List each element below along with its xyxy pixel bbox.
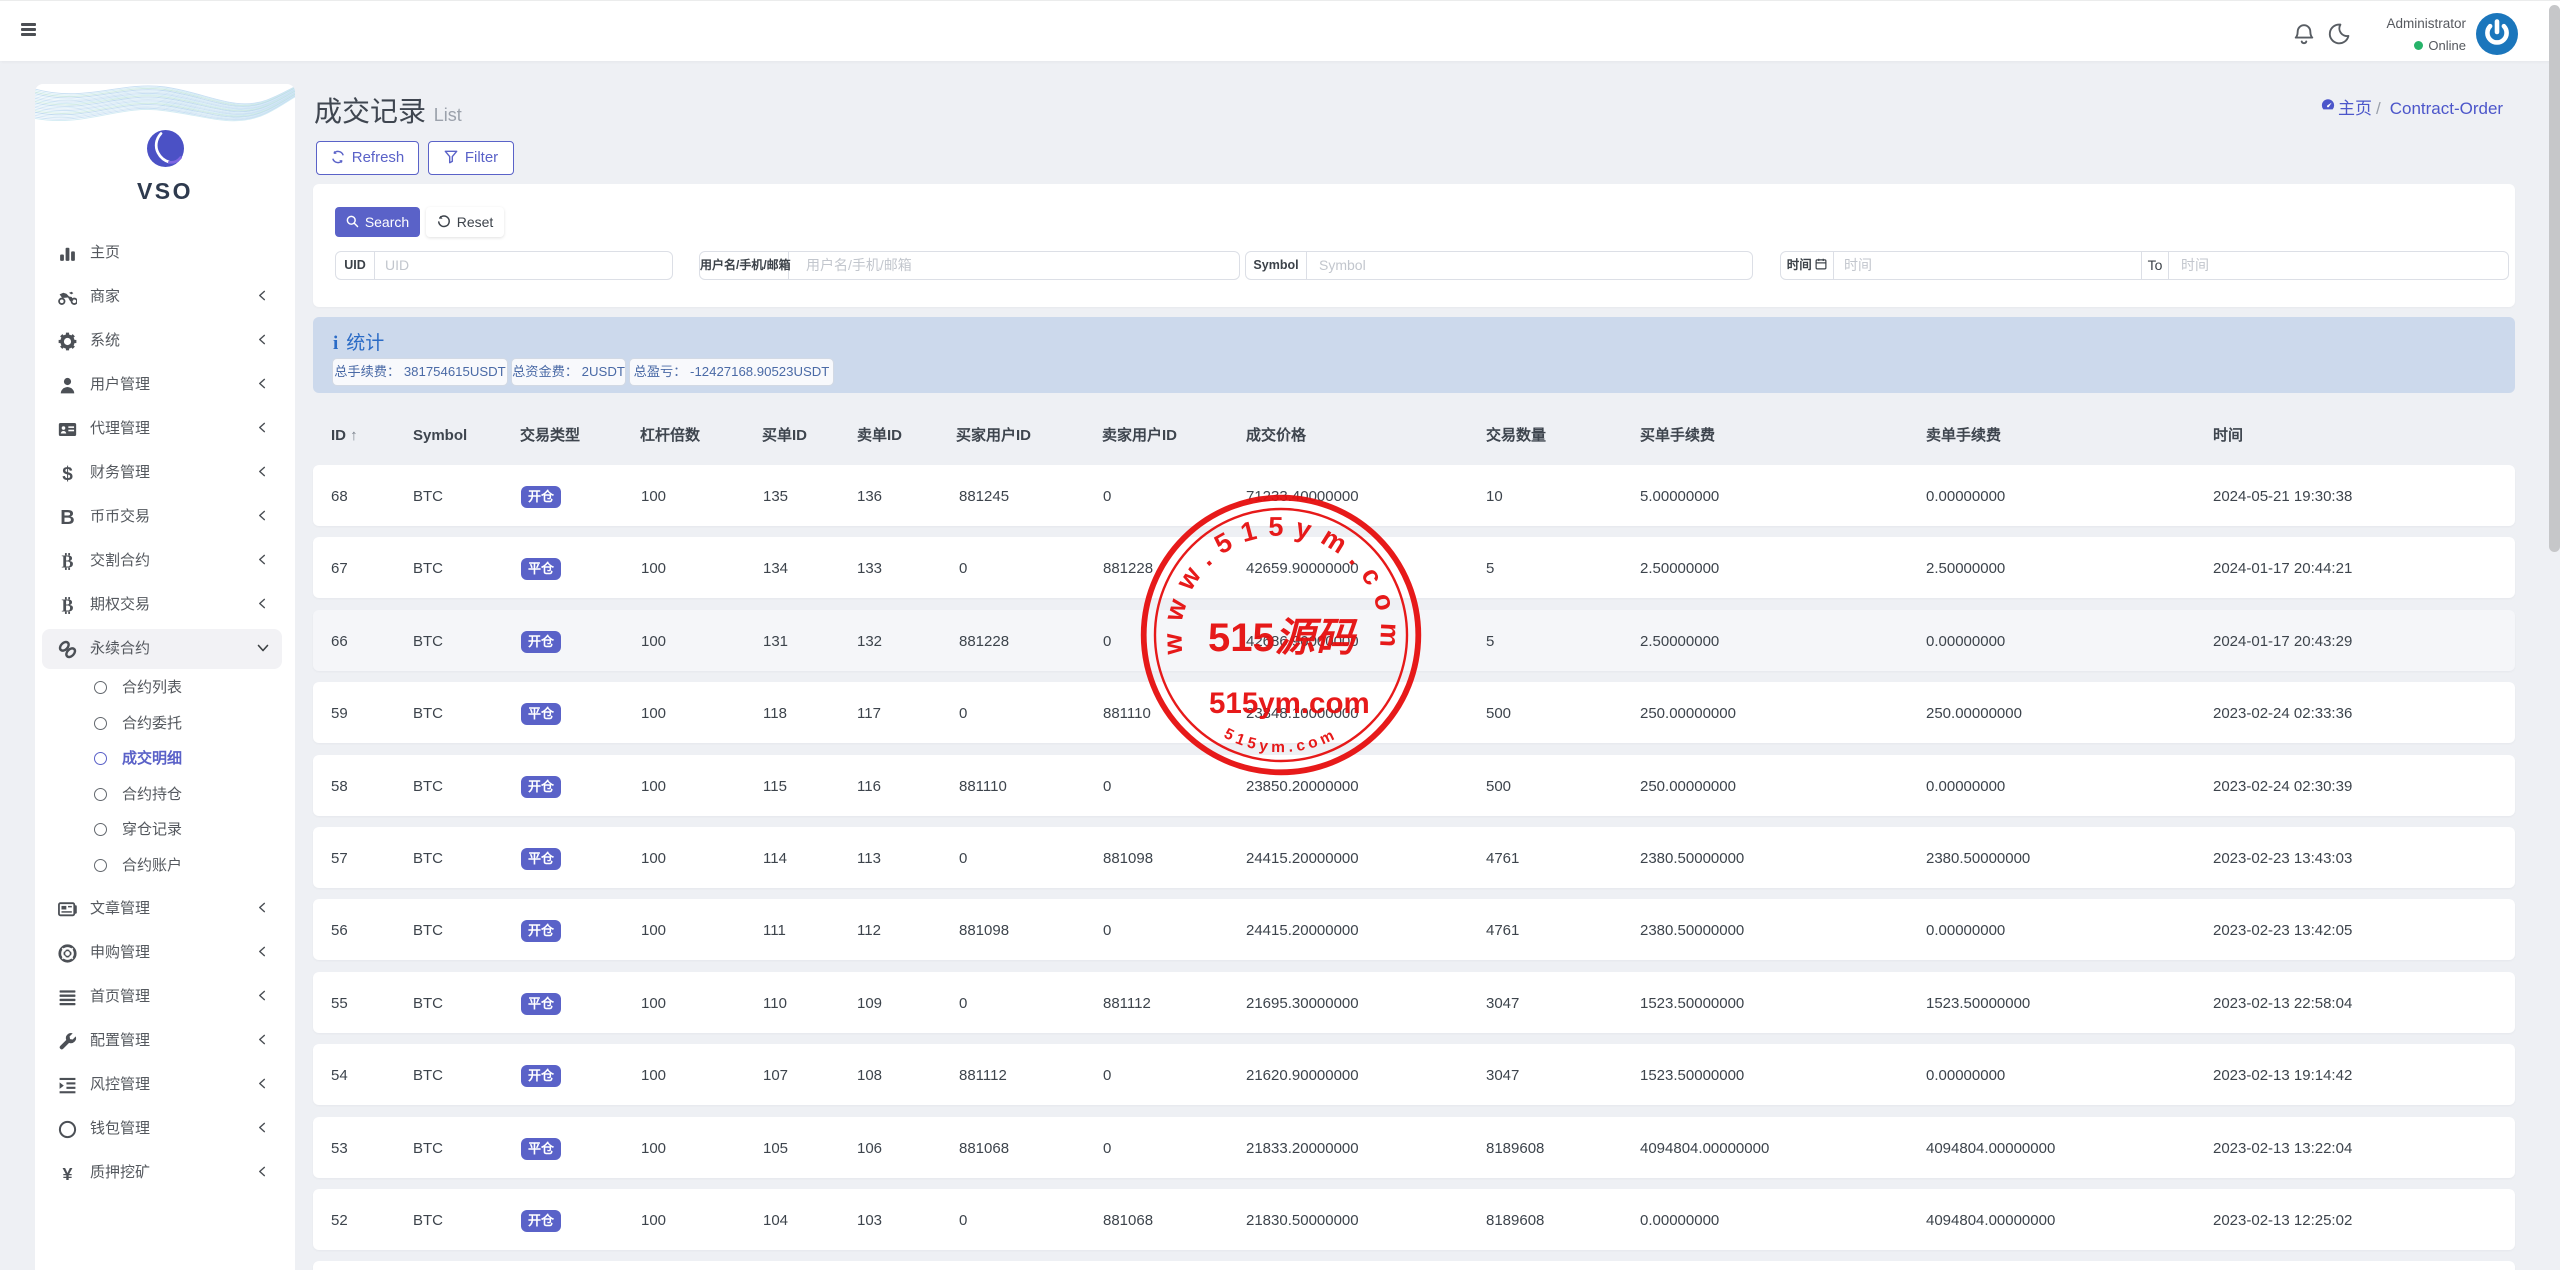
- svg-text:$: $: [62, 464, 73, 483]
- svg-text:515源码: 515源码: [1208, 616, 1358, 660]
- svg-text:B: B: [60, 508, 74, 527]
- svg-text:B: B: [62, 552, 74, 571]
- svg-text:515ym.com: 515ym.com: [1221, 725, 1340, 756]
- svg-text:515ym.com: 515ym.com: [1209, 687, 1370, 720]
- svg-text:¥: ¥: [63, 1164, 73, 1183]
- svg-text:B: B: [62, 596, 74, 615]
